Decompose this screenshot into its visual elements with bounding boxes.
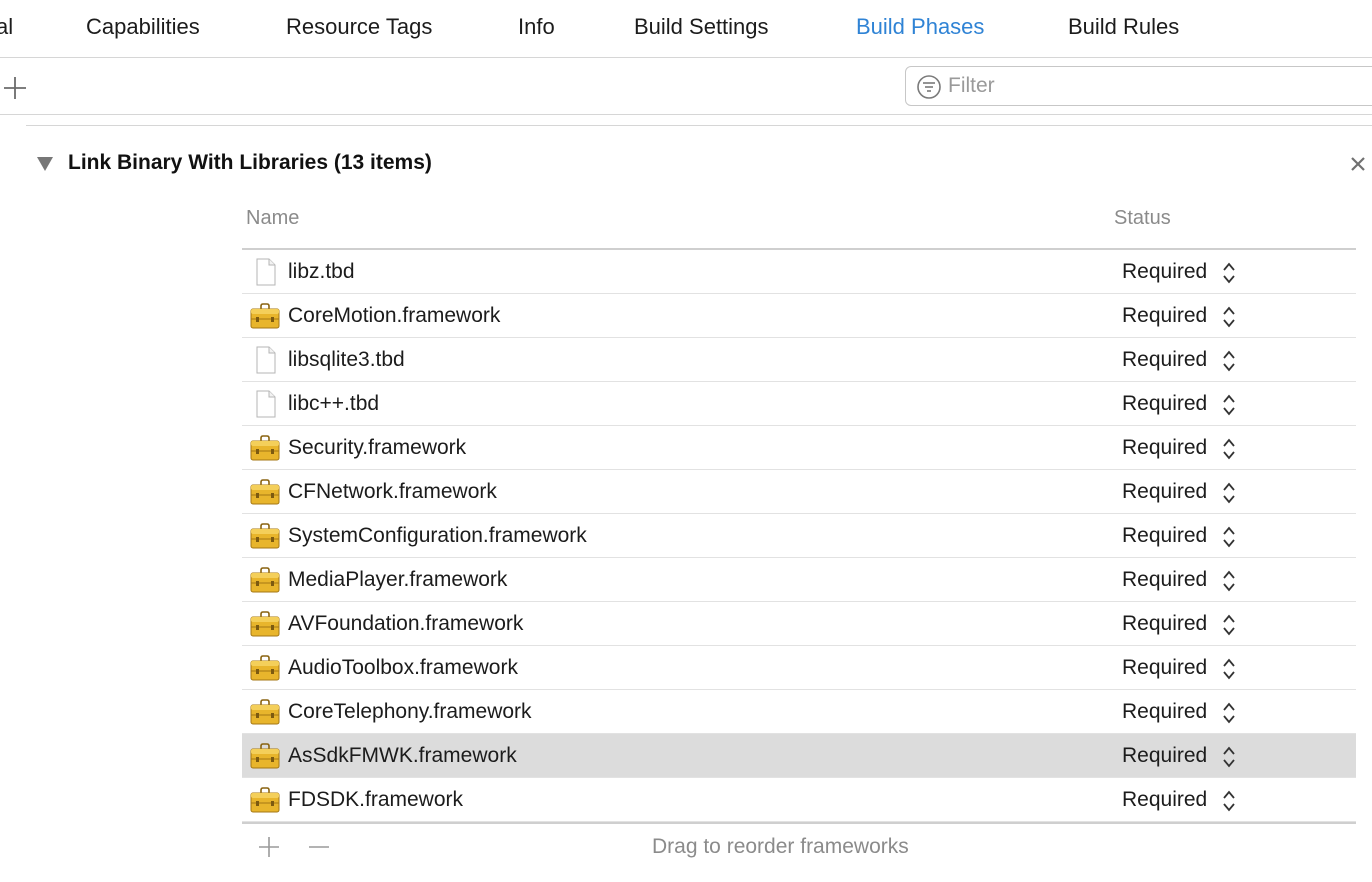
stepper-icon[interactable] (1222, 304, 1236, 330)
stepper-icon[interactable] (1222, 436, 1236, 462)
library-name: MediaPlayer.framework (288, 568, 508, 591)
table-row[interactable]: CoreTelephony.framework Required (242, 690, 1356, 734)
library-name: AudioToolbox.framework (288, 656, 518, 679)
tab-info[interactable]: Info (518, 14, 555, 40)
library-name: libz.tbd (288, 260, 355, 283)
library-name: SystemConfiguration.framework (288, 524, 587, 547)
stepper-icon[interactable] (1222, 612, 1236, 638)
stepper-icon[interactable] (1222, 656, 1236, 682)
toolbox-icon (250, 303, 280, 329)
filter-icon (917, 75, 941, 99)
tab-general[interactable]: al (0, 14, 13, 40)
close-icon[interactable] (1349, 155, 1367, 173)
toolbox-icon (250, 523, 280, 549)
status-value[interactable]: Required (1122, 612, 1207, 636)
section-title: Link Binary With Libraries (13 items) (68, 151, 432, 174)
toolbox-icon (250, 435, 280, 461)
filter-field[interactable] (905, 66, 1372, 106)
stepper-icon[interactable] (1222, 788, 1236, 814)
tab-build-rules[interactable]: Build Rules (1068, 14, 1179, 40)
status-value[interactable]: Required (1122, 436, 1207, 460)
column-header-status[interactable]: Status (1114, 207, 1171, 230)
file-icon (256, 258, 276, 286)
stepper-icon[interactable] (1222, 348, 1236, 374)
stepper-icon[interactable] (1222, 568, 1236, 594)
toolbox-icon (250, 567, 280, 593)
table-row[interactable]: libsqlite3.tbd Required (242, 338, 1356, 382)
stepper-icon[interactable] (1222, 392, 1236, 418)
toolbox-icon (250, 611, 280, 637)
table-row[interactable]: Security.framework Required (242, 426, 1356, 470)
library-list: libz.tbd Required CoreMotion.framework Requ… (242, 250, 1356, 822)
file-icon (256, 390, 276, 418)
toolbox-icon (250, 787, 280, 813)
status-value[interactable]: Required (1122, 744, 1207, 768)
status-value[interactable]: Required (1122, 788, 1207, 812)
tab-capabilities[interactable]: Capabilities (86, 14, 200, 40)
status-value[interactable]: Required (1122, 480, 1207, 504)
toolbox-icon (250, 479, 280, 505)
status-value[interactable]: Required (1122, 304, 1207, 328)
remove-library-minus-icon[interactable] (307, 835, 331, 859)
library-name: Security.framework (288, 436, 467, 459)
status-value[interactable]: Required (1122, 392, 1207, 416)
tab-resource-tags[interactable]: Resource Tags (286, 14, 432, 40)
table-row[interactable]: MediaPlayer.framework Required (242, 558, 1356, 602)
stepper-icon[interactable] (1222, 260, 1236, 286)
library-name: CoreMotion.framework (288, 304, 501, 327)
status-value[interactable]: Required (1122, 260, 1207, 284)
library-name: libc++.tbd (288, 392, 380, 415)
library-name: AVFoundation.framework (288, 612, 524, 635)
table-row[interactable]: libc++.tbd Required (242, 382, 1356, 426)
table-row[interactable]: AsSdkFMWK.framework Required (242, 734, 1356, 778)
table-row[interactable]: SystemConfiguration.framework Required (242, 514, 1356, 558)
tab-build-settings[interactable]: Build Settings (634, 14, 769, 40)
status-value[interactable]: Required (1122, 348, 1207, 372)
library-name: CoreTelephony.framework (288, 700, 532, 723)
toolbox-icon (250, 743, 280, 769)
table-row[interactable]: AVFoundation.framework Required (242, 602, 1356, 646)
table-row[interactable]: AudioToolbox.framework Required (242, 646, 1356, 690)
table-row[interactable]: CoreMotion.framework Required (242, 294, 1356, 338)
stepper-icon[interactable] (1222, 480, 1236, 506)
status-value[interactable]: Required (1122, 700, 1207, 724)
tab-bar: al Capabilities Resource Tags Info Build… (0, 0, 1372, 58)
build-phases-editor: al Capabilities Resource Tags Info Build… (0, 0, 1372, 882)
footer-divider (242, 822, 1356, 824)
status-value[interactable]: Required (1122, 568, 1207, 592)
disclosure-triangle-icon[interactable] (36, 156, 54, 172)
table-row[interactable]: libz.tbd Required (242, 250, 1356, 294)
file-icon (256, 346, 276, 374)
filter-input[interactable] (948, 67, 1368, 105)
reorder-hint: Drag to reorder frameworks (652, 835, 909, 858)
table-row[interactable]: FDSDK.framework Required (242, 778, 1356, 822)
stepper-icon[interactable] (1222, 524, 1236, 550)
library-name: FDSDK.framework (288, 788, 464, 811)
stepper-icon[interactable] (1222, 700, 1236, 726)
column-header-name[interactable]: Name (246, 207, 299, 230)
add-phase-plus-icon[interactable] (2, 75, 28, 101)
add-library-plus-icon[interactable] (257, 835, 281, 859)
tab-build-phases[interactable]: Build Phases (856, 14, 984, 40)
toolbox-icon (250, 655, 280, 681)
status-value[interactable]: Required (1122, 656, 1207, 680)
library-name: libsqlite3.tbd (288, 348, 405, 371)
library-name: AsSdkFMWK.framework (288, 744, 517, 767)
library-name: CFNetwork.framework (288, 480, 497, 503)
toolbox-icon (250, 699, 280, 725)
table-row[interactable]: CFNetwork.framework Required (242, 470, 1356, 514)
stepper-icon[interactable] (1222, 744, 1236, 770)
status-value[interactable]: Required (1122, 524, 1207, 548)
section-divider (26, 125, 1372, 126)
